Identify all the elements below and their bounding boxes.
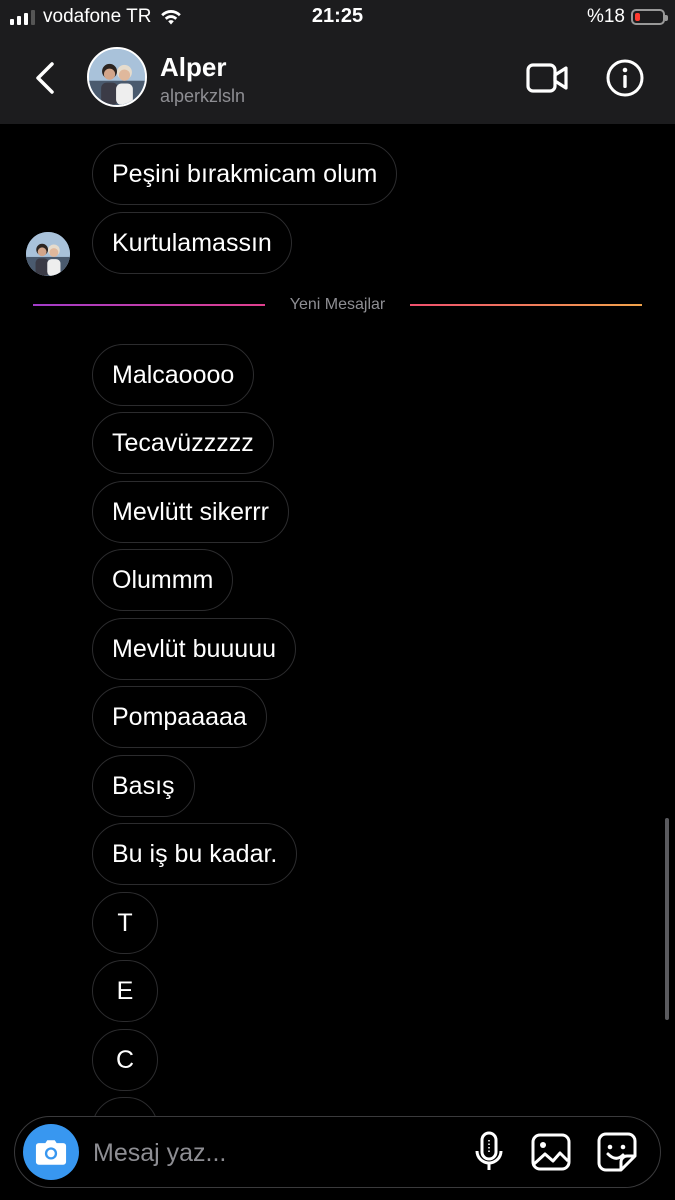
new-messages-label: Yeni Mesajlar [289,296,386,313]
avatar[interactable] [87,47,147,107]
message-bubble[interactable]: Mevlütt sikerrr [92,481,289,543]
message-bubble[interactable]: Pompaaaaa [92,686,267,748]
message-bubble[interactable]: E [92,960,158,1022]
sender-avatar[interactable] [26,232,70,276]
camera-icon [35,1139,67,1165]
message-bubble[interactable]: Bu iş bu kadar. [92,823,298,885]
message-bubble[interactable]: C [92,1029,158,1091]
status-time: 21:25 [311,5,364,27]
chevron-left-icon[interactable] [30,58,60,98]
status-right: %18 [586,6,668,28]
message-bubble[interactable]: Olummm [92,549,234,611]
battery-icon [631,9,668,25]
divider-line-right [410,304,642,306]
message-bubble[interactable]: Peşini bırakmicam olum [92,143,398,205]
contact-name: Alper [160,52,227,82]
sticker-icon[interactable] [597,1132,637,1172]
video-camera-icon[interactable] [525,60,569,96]
message-composer [14,1116,661,1188]
divider-line-left [33,304,265,306]
message-bubble[interactable]: T [92,892,158,954]
contact-username: alperkzlsln [160,86,246,106]
message-bubble[interactable]: Mevlüt buuuuu [92,618,297,680]
battery-percentage: %18 [586,6,625,27]
profile-photo [26,232,70,276]
camera-button[interactable] [23,1124,79,1180]
message-bubble[interactable]: Basış [92,755,195,817]
message-input[interactable] [91,1131,395,1175]
new-messages-divider: Yeni Mesajlar [0,296,675,316]
chat-header: Alper alperkzlsln [0,34,675,124]
scrollbar[interactable] [665,818,669,1020]
gallery-icon[interactable] [531,1133,571,1171]
message-bubble[interactable]: Malcaoooo [92,344,255,406]
microphone-icon[interactable] [473,1131,505,1173]
profile-photo [89,49,145,105]
info-icon[interactable] [605,58,645,98]
message-bubble[interactable]: Tecavüzzzzz [92,412,274,474]
message-bubble[interactable]: Kurtulamassın [92,212,292,274]
status-bar: vodafone TR 21:25 %18 [0,0,675,34]
